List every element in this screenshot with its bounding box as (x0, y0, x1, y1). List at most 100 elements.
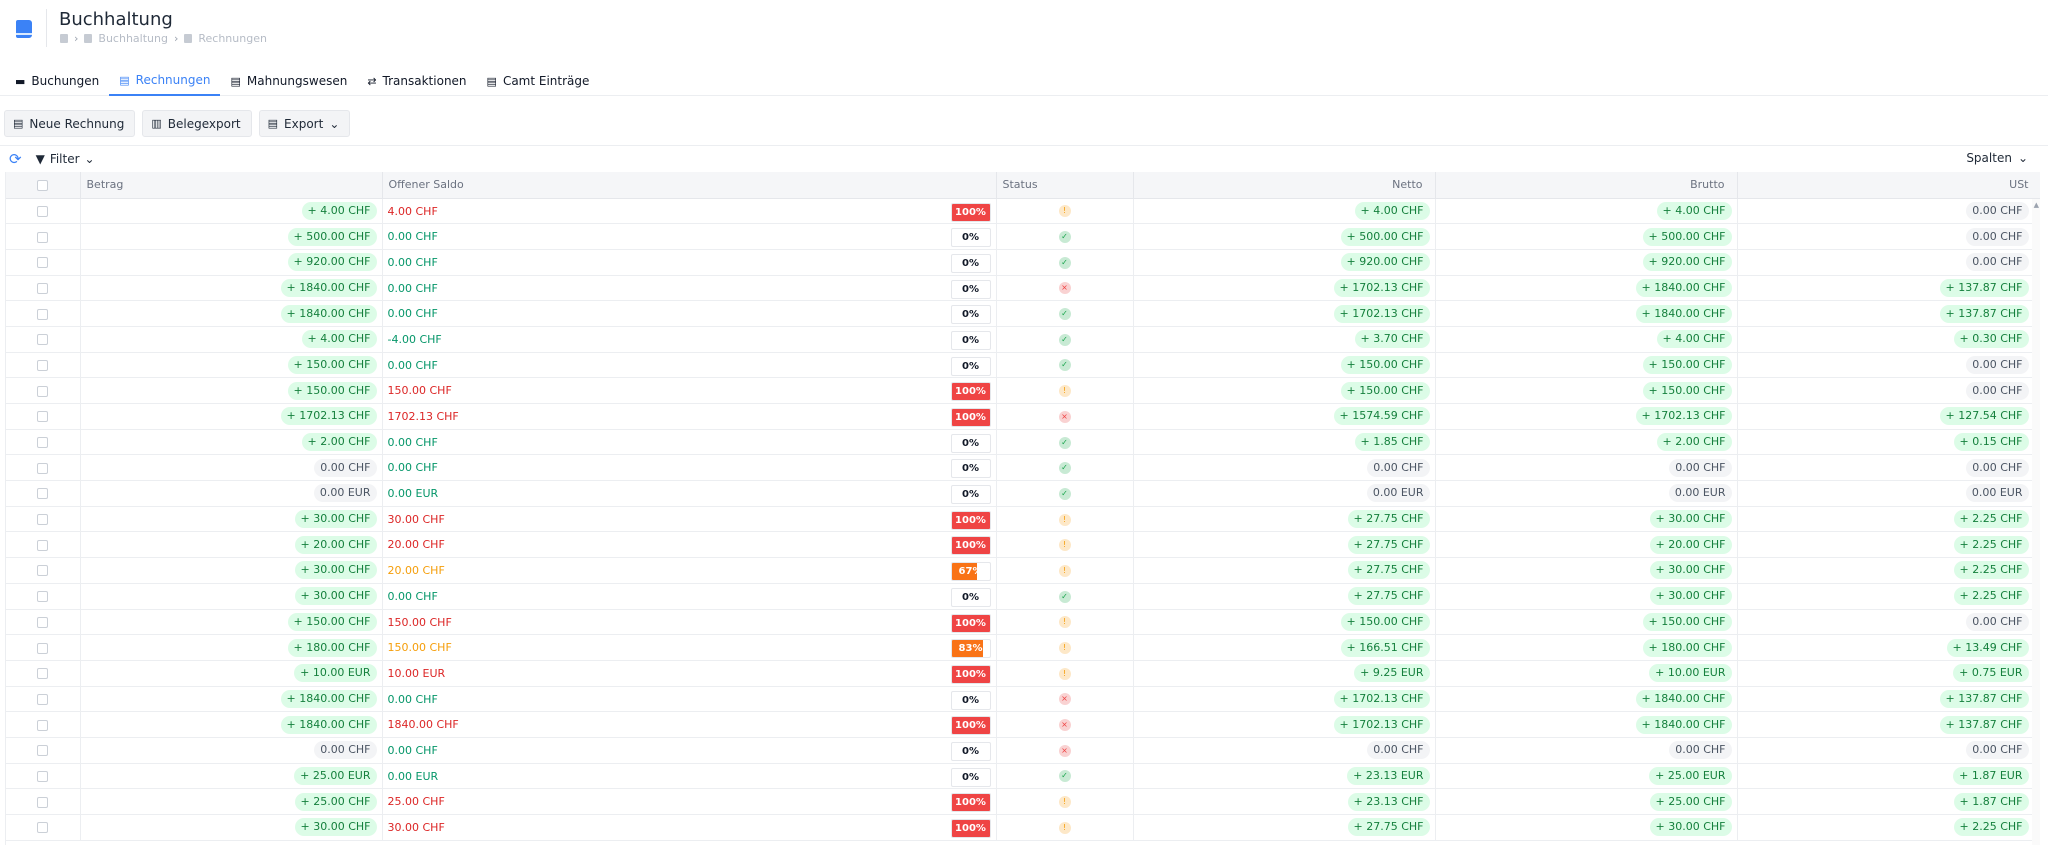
row-checkbox[interactable] (37, 205, 49, 217)
netto-cell: + 9.25 EUR (1133, 660, 1436, 687)
row-select-cell (6, 429, 81, 456)
table-row[interactable]: + 1840.00 CHF 1840.00 CHF 100% × + 1702.13 C… (6, 711, 2040, 738)
row-checkbox[interactable] (37, 770, 49, 782)
row-checkbox[interactable] (37, 719, 49, 731)
row-checkbox[interactable] (37, 565, 49, 577)
row-checkbox[interactable] (37, 796, 49, 808)
table-row[interactable]: + 4.00 CHF -4.00 CHF 0% ✓ + 3.70 CHF + 4.00 C… (6, 326, 2040, 353)
row-checkbox[interactable] (37, 359, 49, 371)
row-checkbox[interactable] (37, 308, 49, 320)
table-row[interactable]: + 1840.00 CHF 0.00 CHF 0% ✓ + 1702.13 CHF + 1… (6, 300, 2040, 327)
row-checkbox[interactable] (37, 514, 49, 526)
column-header-betrag[interactable]: Betrag (80, 172, 383, 199)
status-cell: ✓ (996, 583, 1134, 610)
column-header-ust[interactable]: USt (1737, 172, 2040, 199)
betrag-value: + 2.00 CHF (301, 433, 377, 452)
tab-transaktionen[interactable]: ⇄ Transaktionen (357, 66, 476, 96)
table-row[interactable]: + 920.00 CHF 0.00 CHF 0% ✓ + 920.00 CHF + 920… (6, 249, 2040, 276)
columns-button[interactable]: Spalten ⌄ (1966, 151, 2028, 165)
table-row[interactable]: + 150.00 CHF 150.00 CHF 100%! + 150.00 CHF +… (6, 609, 2040, 636)
table-row[interactable]: + 20.00 CHF 20.00 CHF 100%! + 27.75 CHF + 20… (6, 531, 2040, 559)
tab-rechnungen[interactable]: ▤ Rechnungen (109, 66, 221, 96)
tab-camt-einträge[interactable]: ▤ Camt Einträge (477, 66, 600, 96)
status-paid-icon: ✓ (1058, 462, 1071, 475)
open-percentage-bar: 0% (950, 485, 991, 505)
row-checkbox[interactable] (37, 231, 49, 243)
tab-buchungen[interactable]: ▬ Buchungen (5, 66, 109, 96)
vertical-scrollbar[interactable] (2032, 199, 2040, 845)
table-row[interactable]: 0.00 CHF 0.00 CHF 0% × 0.00 CHF 0.00 CHF 0.00 … (6, 737, 2040, 764)
row-select-cell (6, 480, 81, 507)
saldo-value: 150.00 CHF (387, 641, 452, 655)
table-row[interactable]: 0.00 CHF 0.00 CHF 0% ✓ 0.00 CHF 0.00 CHF 0.00 … (6, 454, 2040, 482)
row-checkbox[interactable] (37, 745, 49, 757)
table-row[interactable]: + 2.00 CHF 0.00 CHF 0% ✓ + 1.85 CHF + 2.00 CH… (6, 429, 2040, 456)
row-checkbox[interactable] (37, 257, 49, 269)
breadcrumb-item-buchhaltung[interactable]: Buchhaltung (98, 32, 168, 45)
row-checkbox[interactable] (37, 539, 49, 551)
saldo-cell: 1840.00 CHF 100% (382, 711, 997, 738)
export-button[interactable]: ▤ Export ⌄ (258, 110, 351, 137)
row-checkbox[interactable] (37, 693, 49, 705)
table-row[interactable]: + 30.00 CHF 20.00 CHF 67%! + 27.75 CHF + 30.… (6, 557, 2040, 584)
open-percentage-bar: 0% (950, 228, 991, 248)
betrag-value: + 25.00 CHF (294, 792, 377, 811)
column-header-status[interactable]: Status (996, 172, 1134, 199)
ust-cell: 0.00 EUR (1737, 480, 2040, 507)
document-icon (184, 34, 193, 43)
table-row[interactable]: + 30.00 CHF 30.00 CHF 100%! + 27.75 CHF + 30… (6, 814, 2040, 841)
table-row[interactable]: 0.00 EUR 0.00 EUR 0% ✓ 0.00 EUR 0.00 EUR 0.00 … (6, 480, 2040, 507)
row-checkbox[interactable] (37, 668, 49, 680)
row-checkbox[interactable] (37, 282, 49, 294)
home-icon[interactable] (60, 34, 68, 43)
select-all-checkbox[interactable] (37, 179, 49, 191)
tab-mahnungswesen[interactable]: ▤ Mahnungswesen (220, 66, 357, 96)
status-paid-icon: ✓ (1058, 256, 1071, 269)
table-row[interactable]: + 1840.00 CHF 0.00 CHF 0% × + 1702.13 CHF + 1… (6, 275, 2040, 302)
row-checkbox[interactable] (37, 334, 49, 346)
table-row[interactable]: + 1702.13 CHF 1702.13 CHF 100% × + 1574.59 C… (6, 403, 2040, 430)
ust-cell: + 1.87 EUR (1737, 763, 2040, 790)
refresh-icon[interactable]: ⟳ (9, 150, 22, 168)
row-checkbox[interactable] (37, 642, 49, 654)
brutto-cell: + 150.00 CHF (1435, 609, 1738, 636)
filter-button[interactable]: ▼ Filter ⌄ (36, 152, 95, 166)
row-select-cell (6, 531, 81, 559)
row-checkbox[interactable] (37, 591, 49, 603)
status-cell: ✓ (996, 429, 1134, 456)
betrag-cell: + 1840.00 CHF (80, 275, 383, 302)
netto-cell: 0.00 EUR (1133, 480, 1436, 507)
row-checkbox[interactable] (37, 385, 49, 397)
scroll-up-icon[interactable]: ▲ (2034, 201, 2039, 209)
file-export-icon: ▤ (267, 117, 279, 130)
column-header-netto[interactable]: Netto (1133, 172, 1436, 199)
table-row[interactable]: + 10.00 EUR 10.00 EUR 100%! + 9.25 EUR + 10.… (6, 660, 2040, 687)
table-row[interactable]: + 30.00 CHF 30.00 CHF 100%! + 27.75 CHF + 30… (6, 506, 2040, 533)
table-row[interactable]: + 180.00 CHF 150.00 CHF 83%! + 166.51 CHF + … (6, 634, 2040, 661)
new-invoice-button[interactable]: ▤ Neue Rechnung (4, 110, 136, 137)
table-row[interactable]: + 150.00 CHF 150.00 CHF 100%! + 150.00 CHF +… (6, 377, 2040, 404)
table-row[interactable]: + 500.00 CHF 0.00 CHF 0% ✓ + 500.00 CHF + 500… (6, 223, 2040, 250)
table-row[interactable]: + 25.00 EUR 0.00 EUR 0% ✓ + 23.13 EUR + 25.00… (6, 763, 2040, 790)
row-checkbox[interactable] (37, 462, 49, 474)
row-checkbox[interactable] (37, 616, 49, 628)
column-header-brutto[interactable]: Brutto (1435, 172, 1738, 199)
receipt-export-button[interactable]: ▥ Belegexport (142, 110, 252, 137)
table-row[interactable]: + 1840.00 CHF 0.00 CHF 0% × + 1702.13 CHF + 1… (6, 686, 2040, 713)
breadcrumb-item-rechnungen[interactable]: Rechnungen (198, 32, 267, 45)
brutto-value: + 30.00 CHF (1649, 587, 1732, 606)
table-row[interactable]: + 150.00 CHF 0.00 CHF 0% ✓ + 150.00 CHF + 150… (6, 352, 2040, 379)
row-checkbox[interactable] (37, 437, 49, 449)
status-open-icon: ! (1058, 539, 1071, 552)
percentage-label: 100% (955, 617, 986, 629)
row-checkbox[interactable] (37, 822, 49, 834)
row-checkbox[interactable] (37, 488, 49, 500)
table-row[interactable]: + 30.00 CHF 0.00 CHF 0% ✓ + 27.75 CHF + 30.00… (6, 583, 2040, 610)
status-cell: ✓ (996, 763, 1134, 790)
ust-cell: + 2.25 CHF (1737, 814, 2040, 841)
percentage-label: 0% (962, 771, 979, 783)
table-row[interactable]: + 25.00 CHF 25.00 CHF 100%! + 23.13 CHF + 25… (6, 788, 2040, 815)
column-header-saldo[interactable]: Offener Saldo (382, 172, 997, 199)
table-row[interactable]: + 4.00 CHF 4.00 CHF 100%! + 4.00 CHF + 4.00 … (6, 198, 2040, 225)
row-checkbox[interactable] (37, 411, 49, 423)
